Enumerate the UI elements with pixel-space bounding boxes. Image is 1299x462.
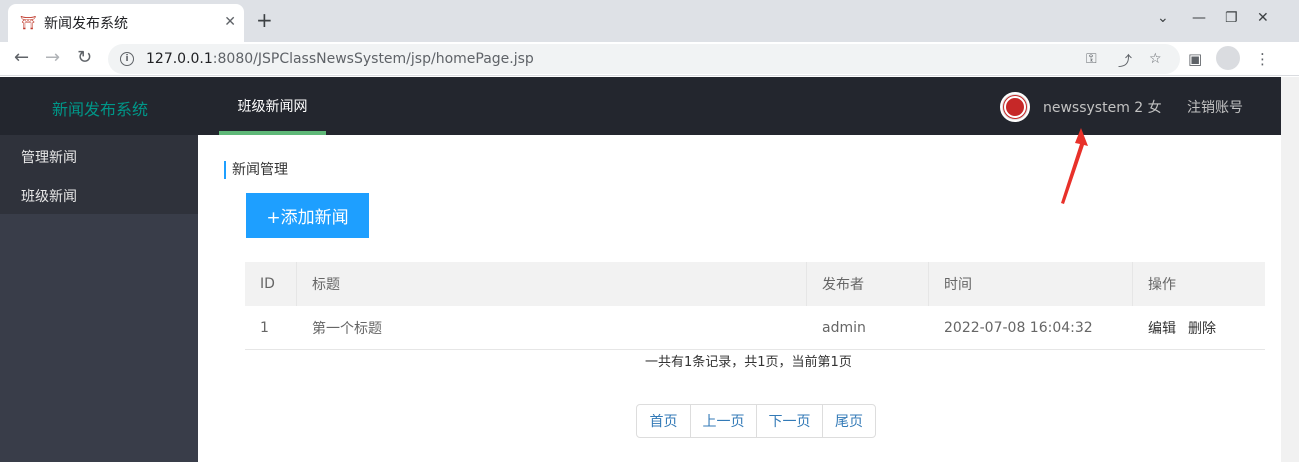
annotation-arrow-icon: [1061, 128, 1088, 204]
add-news-button[interactable]: +添加新闻: [246, 193, 369, 238]
school-seal-icon: [1003, 95, 1027, 119]
profile-icon[interactable]: [1216, 46, 1240, 70]
header-title: 标题: [297, 262, 807, 306]
logout-link[interactable]: 注销账号: [1187, 97, 1243, 117]
new-tab-icon[interactable]: +: [256, 10, 273, 30]
header-actions: 操作: [1148, 277, 1176, 293]
user-avatar[interactable]: [1000, 92, 1030, 122]
pagination-summary: 一共有1条记录，共1页，当前第1页: [645, 355, 852, 370]
url-path: :8080/JSPClassNewsSystem/jsp/homePage.js…: [212, 51, 534, 67]
browser-tab[interactable]: ⛩ 新闻发布系统 ✕: [8, 4, 244, 42]
reload-icon[interactable]: ↻: [77, 48, 92, 68]
pagination: 首页 上一页 下一页 尾页: [636, 404, 876, 438]
share-icon[interactable]: ⤴: [1118, 51, 1132, 71]
sidebar-item-class-news[interactable]: 班级新闻: [21, 186, 77, 206]
prev-page-button[interactable]: 上一页: [691, 405, 757, 437]
url-host: 127.0.0.1: [146, 51, 213, 67]
browser-tab-strip: ⛩ 新闻发布系统 ✕ + ⌄ — ❐ ✕: [0, 0, 1299, 42]
cell-id: 1: [260, 319, 269, 336]
tab-search-icon[interactable]: ⌄: [1157, 10, 1169, 26]
section-title: 新闻管理: [224, 161, 288, 179]
main-content: 新闻管理 +添加新闻 ID 标题 发布者 时间 操作 1 第一个标题 admin…: [198, 135, 1281, 462]
side-panel-icon[interactable]: ▣: [1188, 50, 1202, 68]
site-info-icon[interactable]: i: [120, 52, 134, 66]
table-header: ID 标题 发布者 时间 操作: [245, 262, 1265, 306]
app-header: 新闻发布系统 班级新闻网 newssystem 2 女 注销账号: [0, 77, 1281, 135]
next-page-button[interactable]: 下一页: [757, 405, 823, 437]
nav-item-class-news[interactable]: 班级新闻网: [219, 77, 326, 135]
favicon-icon: ⛩: [19, 15, 37, 31]
menu-icon[interactable]: ⋮: [1255, 50, 1270, 68]
forward-icon[interactable]: →: [45, 48, 60, 68]
address-bar[interactable]: i 127.0.0.1:8080/JSPClassNewsSystem/jsp/…: [108, 44, 1180, 74]
delete-link[interactable]: 删除: [1188, 318, 1216, 338]
window-close-icon[interactable]: ✕: [1257, 10, 1269, 26]
edit-link[interactable]: 编辑: [1148, 318, 1176, 338]
first-page-button[interactable]: 首页: [637, 405, 691, 437]
bookmark-star-icon[interactable]: ☆: [1149, 51, 1162, 67]
tab-close-icon[interactable]: ✕: [224, 14, 236, 30]
cell-title: 第一个标题: [312, 320, 382, 337]
header-time: 时间: [929, 262, 1133, 306]
key-icon[interactable]: ⚿: [1086, 51, 1097, 67]
table-row: 1 第一个标题 admin 2022-07-08 16:04:32 编辑 删除: [245, 306, 1265, 350]
restore-icon[interactable]: ❐: [1225, 10, 1238, 26]
cell-time: 2022-07-08 16:04:32: [944, 319, 1093, 336]
news-table: ID 标题 发布者 时间 操作 1 第一个标题 admin 2022-07-08…: [245, 262, 1265, 350]
browser-toolbar: ← → ↻ i 127.0.0.1:8080/JSPClassNewsSyste…: [0, 42, 1299, 76]
page-scrollbar[interactable]: [1281, 77, 1299, 462]
header-id: ID: [245, 262, 297, 306]
tab-title: 新闻发布系统: [44, 16, 128, 32]
sidebar-item-manage-news[interactable]: 管理新闻: [21, 147, 77, 167]
cell-actions: 编辑 删除: [1133, 306, 1265, 349]
brand-logo-text[interactable]: 新闻发布系统: [52, 96, 148, 120]
cell-author: admin: [822, 319, 866, 336]
header-author: 发布者: [807, 262, 929, 306]
last-page-button[interactable]: 尾页: [823, 405, 875, 437]
back-icon[interactable]: ←: [14, 48, 29, 68]
user-name[interactable]: newssystem 2 女: [1043, 97, 1162, 117]
minimize-icon[interactable]: —: [1192, 10, 1206, 26]
sidebar: 管理新闻 班级新闻: [0, 135, 198, 462]
